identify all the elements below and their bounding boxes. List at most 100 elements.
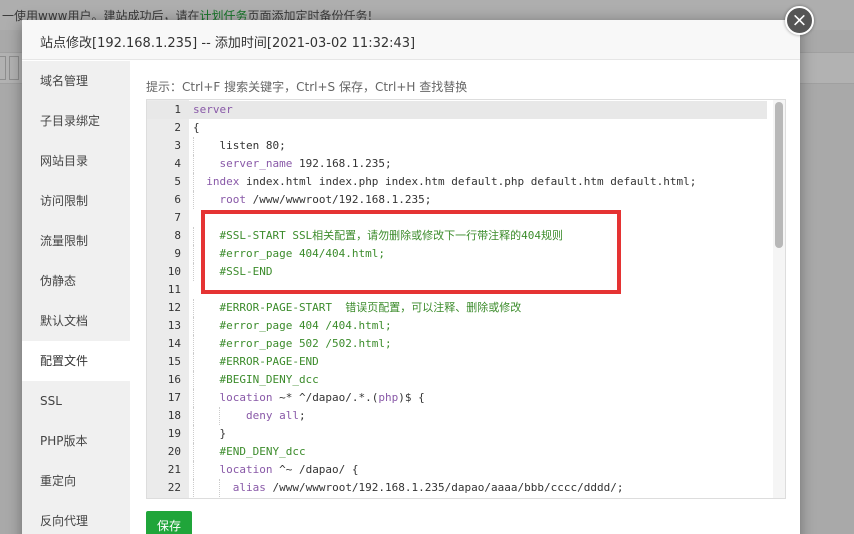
- sidebar-item[interactable]: 流量限制: [22, 221, 130, 261]
- close-icon[interactable]: ×: [785, 6, 814, 35]
- code-line[interactable]: 15 #ERROR-PAGE-END: [147, 353, 767, 371]
- code-line[interactable]: 22 alias /www/wwwroot/192.168.1.235/dapao…: [147, 479, 767, 497]
- sidebar-item[interactable]: 伪静态: [22, 261, 130, 301]
- code-text: #ERROR-PAGE-END: [219, 353, 318, 371]
- code-lines[interactable]: 1 server 2{ 3 listen 80; 4 server_name 192.168…: [147, 101, 767, 497]
- code-text: root /www/wwwroot/192.168.1.235;: [219, 191, 431, 209]
- indent-guide: [193, 155, 194, 173]
- sidebar-item[interactable]: 子目录绑定: [22, 101, 130, 141]
- code-text: #END_DENY_dcc: [219, 443, 305, 461]
- line-number: 17: [167, 391, 181, 404]
- code-editor[interactable]: 1 server 2{ 3 listen 80; 4 server_name 192.168…: [146, 99, 786, 499]
- code-text: location ~* ^/dapao/.*.(php)$ {: [219, 389, 424, 407]
- indent-guide: [193, 227, 194, 245]
- line-number: 9: [174, 247, 181, 260]
- code-token: location: [219, 391, 273, 404]
- code-token: ~* ^/dapao/.*.(: [272, 391, 379, 404]
- save-button[interactable]: 保存: [146, 511, 192, 534]
- code-token: server_name: [219, 157, 293, 170]
- code-token: ;: [298, 409, 306, 422]
- editor-hint: 提示：Ctrl+F 搜索关键字，Ctrl+S 保存，Ctrl+H 查找替换: [146, 80, 468, 94]
- indent-guide: [193, 191, 194, 209]
- line-number: 13: [167, 319, 181, 332]
- code-line[interactable]: 6 root /www/wwwroot/192.168.1.235;: [147, 191, 767, 209]
- indent-guide: [193, 299, 194, 317]
- line-number: 15: [167, 355, 181, 368]
- code-token: location: [219, 463, 273, 476]
- line-number: 1: [174, 103, 181, 116]
- code-line[interactable]: 20 #END_DENY_dcc: [147, 443, 767, 461]
- indent-guide: [193, 461, 194, 479]
- code-token: listen 80;: [219, 139, 286, 152]
- code-line[interactable]: 2{: [147, 119, 767, 137]
- code-text: #BEGIN_DENY_dcc: [219, 371, 318, 389]
- sidebar-item[interactable]: 配置文件: [22, 341, 130, 381]
- code-token: )$ {: [398, 391, 425, 404]
- code-line[interactable]: 13 #error_page 404 /404.html;: [147, 317, 767, 335]
- sidebar-item[interactable]: 访问限制: [22, 181, 130, 221]
- code-token: index.html index.php index.htm default.p…: [239, 175, 697, 188]
- code-token: ^~ /dapao/ {: [272, 463, 359, 476]
- code-line[interactable]: 3 listen 80;: [147, 137, 767, 155]
- editor-scrollbar-thumb[interactable]: [775, 102, 783, 248]
- code-line[interactable]: 21 location ^~ /dapao/ {: [147, 461, 767, 479]
- code-token: all: [279, 409, 299, 422]
- code-line[interactable]: 4 server_name 192.168.1.235;: [147, 155, 767, 173]
- code-token: root: [219, 193, 246, 206]
- line-number: 22: [167, 481, 181, 494]
- code-line[interactable]: 17 location ~* ^/dapao/.*.(php)$ {: [147, 389, 767, 407]
- code-line[interactable]: 19}: [147, 425, 767, 443]
- code-token: deny: [245, 409, 273, 422]
- code-line[interactable]: 14 #error_page 502 /502.html;: [147, 335, 767, 353]
- sidebar-item[interactable]: 网站目录: [22, 141, 130, 181]
- code-token: index: [206, 175, 240, 188]
- code-line[interactable]: 1 server: [147, 101, 767, 119]
- line-number: 12: [167, 301, 181, 314]
- code-text: server_name 192.168.1.235;: [219, 155, 391, 173]
- code-token: server: [193, 103, 233, 116]
- sidebar-item[interactable]: 默认文档: [22, 301, 130, 341]
- indent-guide: [193, 335, 194, 353]
- code-text: {: [193, 119, 200, 137]
- modal-title: 站点修改[192.168.1.235] -- 添加时间[2021-03-02 1…: [40, 36, 416, 51]
- code-line[interactable]: 5 index index.html index.php index.htm de…: [147, 173, 767, 191]
- indent-guide: [219, 479, 221, 497]
- indent-guide: [193, 443, 194, 461]
- site-edit-modal: 站点修改[192.168.1.235] -- 添加时间[2021-03-02 1…: [22, 20, 800, 534]
- code-text: #error_page 502 /502.html;: [219, 335, 391, 353]
- sidebar-item[interactable]: SSL: [22, 381, 130, 421]
- ssl-annotation-box: [201, 210, 621, 294]
- line-number: 16: [167, 373, 181, 386]
- code-text: alias /www/wwwroot/192.168.1.235/dapao/a…: [233, 479, 624, 497]
- code-token: #ERROR-PAGE-END: [219, 355, 319, 368]
- code-line[interactable]: 16 #BEGIN_DENY_dcc: [147, 371, 767, 389]
- sidebar-item[interactable]: PHP版本: [22, 421, 130, 461]
- code-line[interactable]: 18 deny all;: [147, 407, 767, 425]
- code-token: php: [378, 391, 399, 404]
- line-number: 21: [167, 463, 181, 476]
- code-token: }: [219, 427, 227, 440]
- code-token: alias: [232, 481, 266, 494]
- line-number: 4: [174, 157, 181, 170]
- line-number: 3: [174, 139, 181, 152]
- code-line[interactable]: 12 #ERROR-PAGE-START 错误页配置，可以注释、删除或修改: [147, 299, 767, 317]
- line-number: 5: [174, 175, 181, 188]
- code-text: #ERROR-PAGE-START 错误页配置，可以注释、删除或修改: [219, 299, 521, 317]
- code-token: /www/wwwroot/192.168.1.235;: [245, 193, 432, 206]
- indent-guide: [193, 479, 194, 497]
- indent-guide: [193, 173, 194, 191]
- settings-sidebar: 域名管理 子目录绑定 网站目录 访问限制 流量限制 伪静态 默认文档 配置文件 SSL PHP版本…: [22, 61, 130, 534]
- line-number: 10: [167, 265, 181, 278]
- code-text: listen 80;: [219, 137, 285, 155]
- line-number: 7: [174, 211, 181, 224]
- line-number: 11: [167, 283, 181, 296]
- code-text: deny all;: [246, 407, 306, 425]
- sidebar-item[interactable]: 反向代理: [22, 501, 130, 534]
- sidebar-item[interactable]: 重定向: [22, 461, 130, 501]
- modal-header: 站点修改[192.168.1.235] -- 添加时间[2021-03-02 1…: [22, 20, 800, 60]
- indent-guide: [193, 263, 194, 281]
- code-token: /www/wwwroot/192.168.1.235/dapao/aaaa/bb…: [265, 481, 624, 494]
- sidebar-item[interactable]: 域名管理: [22, 61, 130, 101]
- line-number: 8: [174, 229, 181, 242]
- line-number: 14: [167, 337, 181, 350]
